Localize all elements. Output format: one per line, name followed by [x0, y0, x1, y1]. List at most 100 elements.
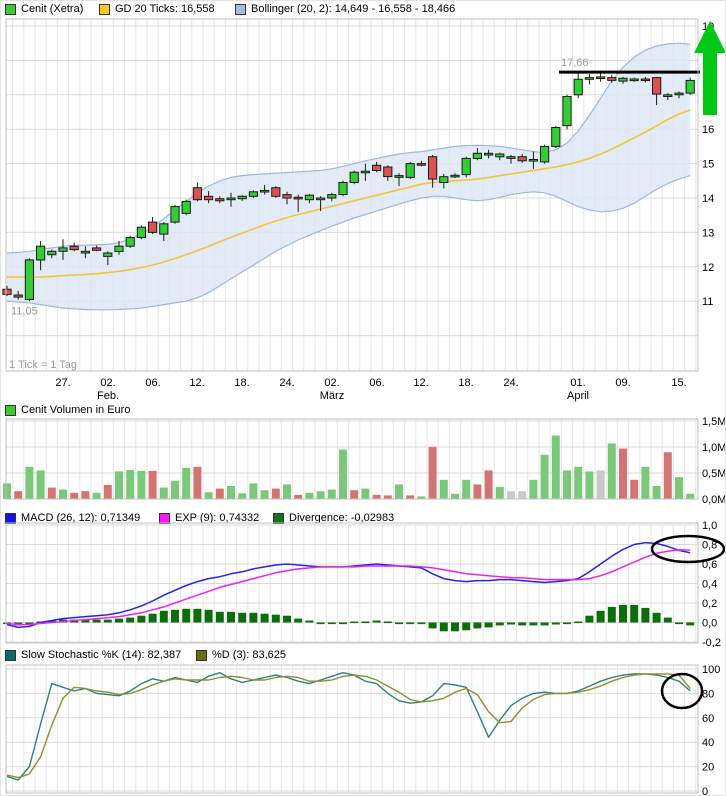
x-month-label: März [316, 390, 348, 402]
divergence-bar [272, 615, 280, 623]
volume-bar [305, 493, 313, 499]
divergence-bar [395, 623, 403, 625]
macd-grid [6, 525, 698, 642]
macd-axis-label: 0,2 [702, 598, 717, 610]
candle [496, 154, 504, 157]
macd-axis-label: 1,0 [702, 521, 717, 532]
divergence-bar [361, 622, 369, 624]
divergence-bar [653, 613, 661, 623]
volume-bar [485, 470, 493, 499]
volume-bar [137, 471, 145, 499]
x-tick-label: 01. [562, 377, 594, 389]
volume-bar [384, 495, 392, 499]
volume-bar [272, 489, 280, 499]
price-axis-label: 11 [702, 296, 713, 308]
divergence-bar [294, 619, 302, 623]
candle [249, 192, 257, 197]
volume-chart[interactable]: 1,5M1,0M0,5M0,0M [1, 415, 726, 511]
volume-series-swatch-icon [5, 405, 16, 416]
tick-note: 1 Tick = 1 Tag [9, 359, 77, 371]
volume-bar [641, 467, 649, 499]
divergence-bar [686, 623, 694, 626]
candle [664, 95, 672, 97]
divergence-bar [339, 623, 347, 625]
stochastic-axis-label: 80 [702, 688, 714, 700]
volume-bar [317, 491, 325, 499]
macd-axis-label: 0,4 [702, 579, 717, 591]
volume-bar [182, 468, 190, 499]
x-tick-label: 24. [271, 377, 303, 389]
candle [37, 246, 45, 260]
candle [205, 196, 213, 199]
divergence-bar [193, 609, 201, 623]
candle [182, 201, 190, 213]
price-axis-label: 16 [702, 124, 714, 136]
candle [574, 79, 582, 95]
candle [361, 171, 369, 173]
divergence-bar [518, 623, 526, 626]
stochastic-axis-label: 20 [702, 762, 714, 774]
divergence-bar [104, 620, 112, 623]
price-chart[interactable]: 17,6611,051 Tick = 1 Tag1918171615141312… [1, 17, 726, 375]
candle [653, 78, 661, 95]
divergence-bar [305, 621, 313, 623]
divergence-bar [227, 612, 235, 623]
price-axis-label: 12 [702, 262, 714, 274]
candle [630, 79, 638, 81]
candle [48, 251, 56, 254]
candle [137, 227, 145, 237]
divergence-bar [440, 623, 448, 632]
x-tick-label: 09. [607, 377, 639, 389]
price-legend: Cenit (Xetra) GD 20 Ticks: 16,558 Bollin… [1, 3, 726, 16]
candle [171, 207, 179, 223]
volume-bar [597, 470, 605, 499]
divergence-bar [238, 613, 246, 623]
volume-bar [653, 486, 661, 499]
legend-label-cenit: Cenit (Xetra) [21, 3, 83, 15]
volume-bar [160, 488, 168, 499]
volume-axis-label: 1,5M [702, 416, 726, 428]
legend-item-bollinger: Bollinger (20, 2): 14,649 - 16,558 - 18,… [235, 3, 455, 15]
divergence-bar [317, 623, 325, 625]
divergence-bar [373, 621, 381, 623]
stochastic-chart[interactable]: 100806040200 [1, 661, 726, 796]
legend-label-gd20: GD 20 Ticks: 16,558 [115, 3, 215, 15]
candle [149, 222, 157, 232]
candle [619, 78, 627, 81]
divergence-bar [126, 618, 134, 623]
price-axis-label: 15 [702, 159, 714, 171]
candle [70, 246, 78, 249]
volume-bar [563, 470, 571, 499]
candle [462, 158, 470, 174]
volume-bar [238, 493, 246, 499]
legend-label-stochastic-k: Slow Stochastic %K (14): 82,387 [21, 649, 181, 661]
divergence-bar [462, 623, 470, 631]
divergence-bar [350, 622, 358, 624]
candle [429, 157, 437, 179]
divergence-bar [283, 616, 291, 623]
volume-bar [518, 491, 526, 499]
candle [440, 177, 448, 183]
candle [541, 146, 549, 162]
volume-bar [406, 495, 414, 499]
x-tick-label: 15. [663, 377, 695, 389]
macd-chart[interactable]: 1,00,80,60,40,20,0-0,2 [1, 521, 726, 647]
candle [675, 93, 683, 95]
volume-bar [585, 471, 593, 499]
volume-bar [104, 485, 112, 499]
volume-axis-label: 0,0M [702, 494, 726, 506]
candle [272, 188, 280, 197]
volume-bar [25, 467, 33, 499]
divergence-bar [664, 618, 672, 623]
price-axis-label: 13 [702, 227, 714, 239]
candle [518, 157, 526, 161]
divergence-bar [641, 608, 649, 623]
stochastic-k-swatch-icon [5, 650, 16, 661]
stock-chart-application: Cenit (Xetra) GD 20 Ticks: 16,558 Bollin… [0, 0, 726, 796]
volume-bar [171, 481, 179, 499]
divergence-bar [473, 623, 481, 629]
candle [3, 289, 11, 294]
candle [563, 97, 571, 126]
volume-bar [14, 491, 22, 499]
volume-bar [149, 471, 157, 499]
